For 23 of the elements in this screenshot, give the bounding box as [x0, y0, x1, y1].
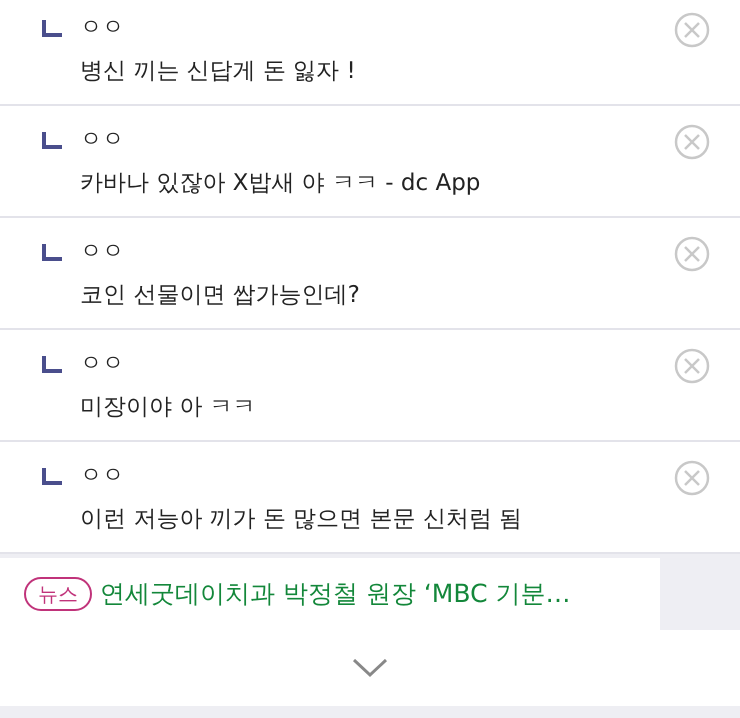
comment-text: 병신 끼는 신답게 돈 잃자 !	[80, 57, 357, 86]
comment-author: ㅇㅇ	[80, 14, 125, 42]
close-icon[interactable]	[674, 124, 710, 160]
close-icon[interactable]	[674, 12, 710, 48]
chevron-down-icon[interactable]	[352, 658, 388, 678]
comment-text: 코인 선물이면 쌉가능인데?	[80, 281, 361, 310]
comment-text: 카바나 있잖아 X밥새 야 ㅋㅋ - dc App	[80, 169, 482, 198]
comment-author: ㅇㅇ	[80, 462, 125, 490]
reply-icon	[42, 132, 62, 150]
reply-icon	[42, 356, 62, 374]
comment-text: 미장이야 아 ㅋㅋ	[80, 393, 257, 422]
close-icon[interactable]	[674, 236, 710, 272]
news-badge: 뉴스	[24, 577, 92, 611]
reply-icon	[42, 20, 62, 38]
reply-icon	[42, 468, 62, 486]
close-icon[interactable]	[674, 348, 710, 384]
comment-author: ㅇㅇ	[80, 238, 125, 266]
news-headline[interactable]: 연세굿데이치과 박정철 원장 ‘MBC 기분…	[100, 575, 570, 613]
comment-author: ㅇㅇ	[80, 126, 125, 154]
close-icon[interactable]	[674, 460, 710, 496]
comment-author: ㅇㅇ	[80, 350, 125, 378]
comment-text: 이런 저능아 끼가 돈 많으면 본문 신처럼 됨	[80, 505, 524, 534]
reply-icon	[42, 244, 62, 262]
